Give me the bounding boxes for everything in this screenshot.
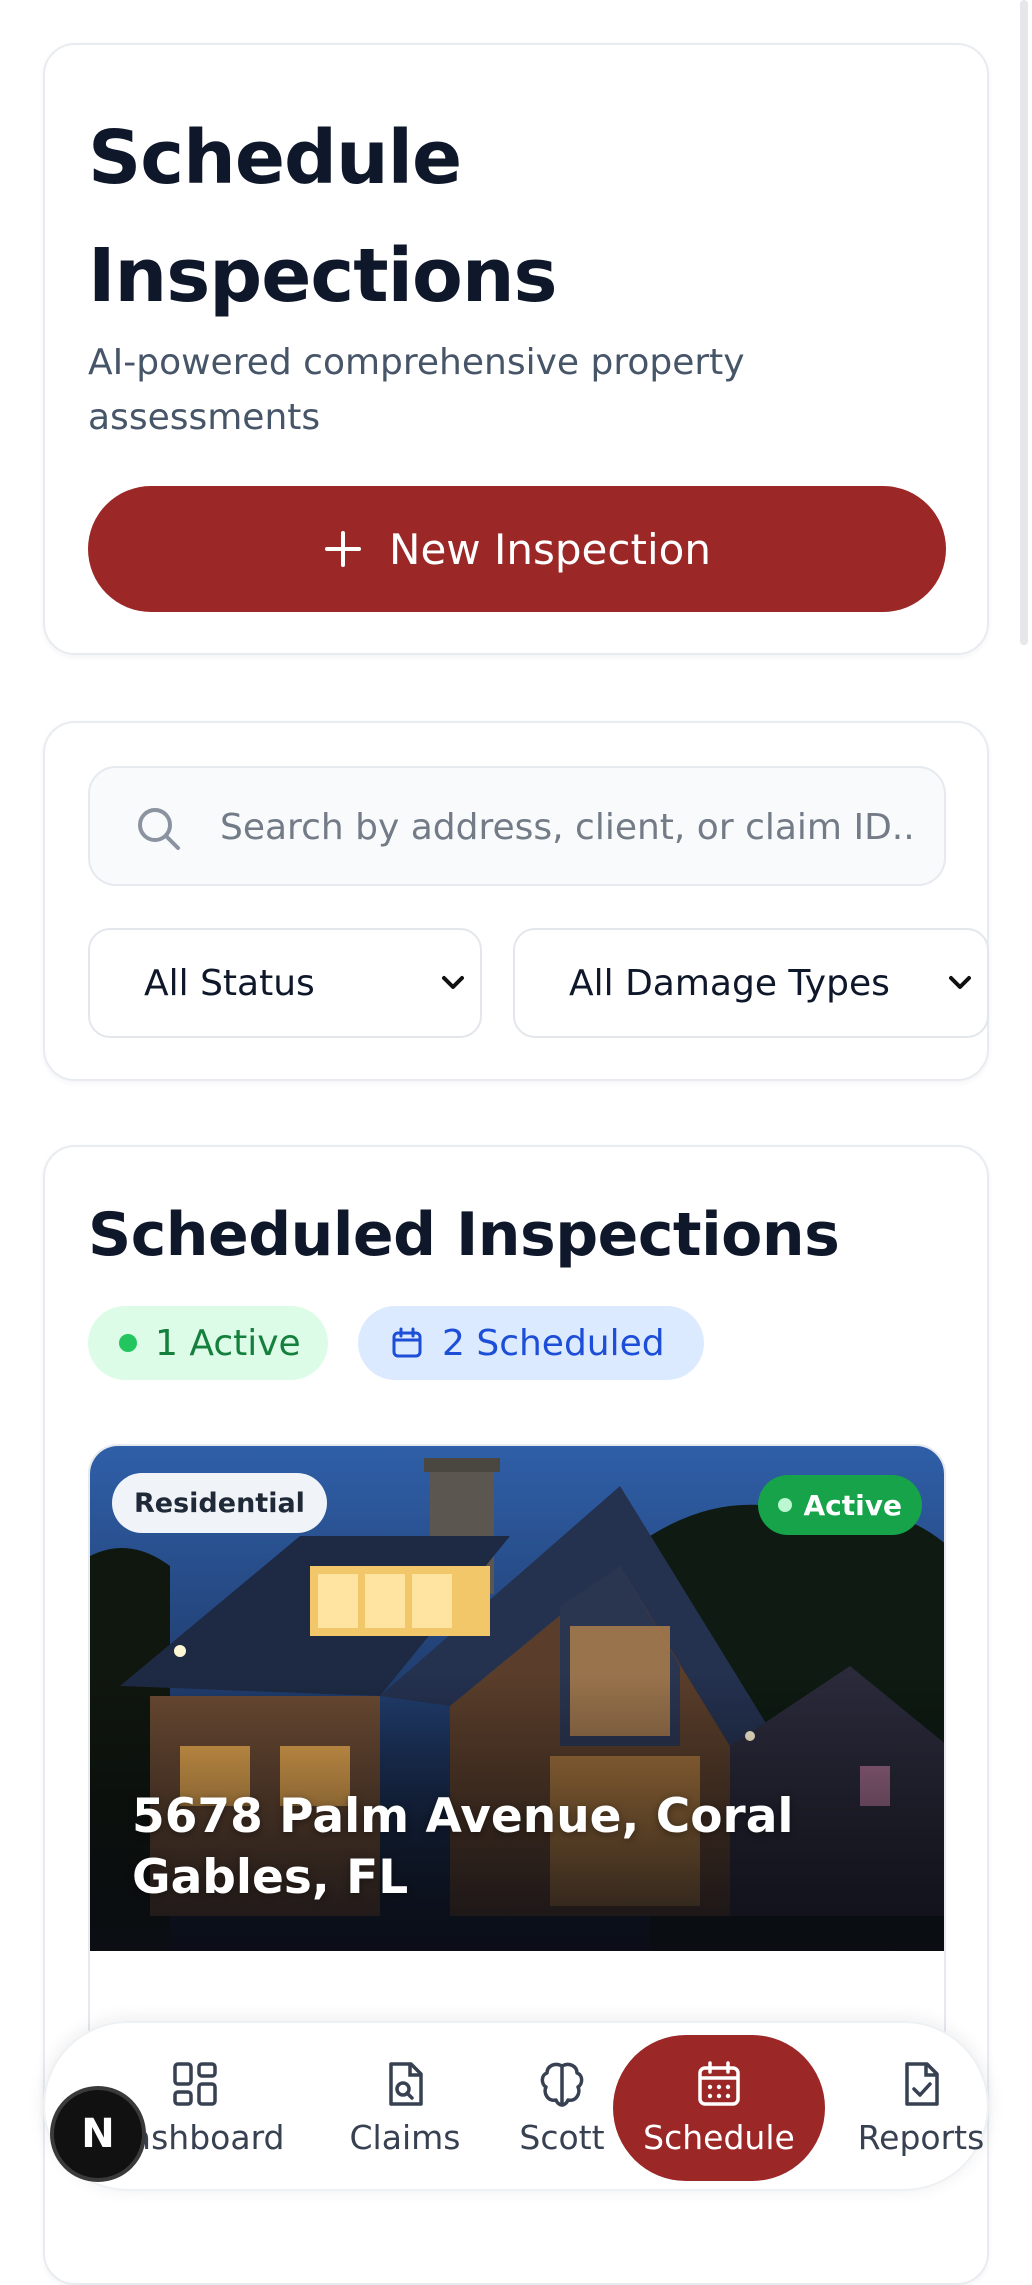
nav-label-claims: Claims — [349, 2117, 461, 2157]
filters-card: All Status All Damage Types — [43, 721, 989, 1081]
status-badge-label: Active — [803, 1488, 903, 1522]
header-card: Schedule Inspections AI-powered comprehe… — [43, 43, 989, 655]
status-select-value: All Status — [144, 962, 315, 1004]
search-icon — [138, 808, 180, 850]
nav-label-scott: Scott — [519, 2117, 605, 2157]
grid-icon — [173, 2061, 217, 2106]
nav-label-dashboard: Dashboard — [145, 2117, 285, 2157]
nav-label-reports: Reports — [857, 2117, 985, 2157]
status-select[interactable]: All Status — [88, 928, 482, 1038]
nav-item-reports[interactable]: Reports — [835, 2035, 1007, 2181]
scheduled-count-label: 2 Scheduled — [442, 1322, 665, 1364]
damage-type-select[interactable]: All Damage Types — [513, 928, 989, 1038]
scrollbar[interactable] — [1020, 0, 1028, 645]
file-check-icon — [905, 2061, 939, 2106]
active-count-label: 1 Active — [155, 1322, 301, 1364]
search-box[interactable] — [88, 766, 946, 886]
nav-item-claims[interactable]: Claims — [317, 2035, 493, 2181]
green-dot-icon — [119, 1334, 137, 1352]
nav-item-schedule[interactable]: Schedule — [613, 2035, 825, 2181]
calendar-icon — [698, 2060, 740, 2106]
plus-icon — [323, 529, 363, 569]
new-inspection-button[interactable]: New Inspection — [88, 486, 946, 612]
new-inspection-label: New Inspection — [389, 524, 711, 574]
nav-item-dashboard[interactable]: Dashboard — [145, 2035, 325, 2181]
status-dot-icon — [777, 1498, 792, 1512]
calendar-icon — [392, 1327, 422, 1358]
damage-select-value: All Damage Types — [569, 962, 890, 1004]
inspection-address: 5678 Palm Avenue, Coral Gables, FL — [132, 1789, 794, 1905]
chevron-down-icon — [949, 976, 971, 989]
search-input[interactable] — [218, 768, 922, 886]
nav-label-schedule: Schedule — [643, 2117, 795, 2157]
brain-icon — [540, 2062, 584, 2107]
scheduled-count-chip[interactable]: 2 Scheduled — [358, 1306, 704, 1380]
page-title: Schedule Inspections — [88, 115, 558, 319]
property-photo: Residential Active 5678 Palm Avenue, Cor… — [90, 1446, 944, 1951]
property-type-tag: Residential — [112, 1473, 327, 1533]
section-title: Scheduled Inspections — [88, 1200, 840, 1270]
chevron-down-icon — [442, 976, 464, 989]
page-subtitle: AI-powered comprehensive property assess… — [88, 342, 745, 438]
dev-badge[interactable]: N — [50, 2086, 146, 2182]
status-badge: Active — [757, 1475, 922, 1535]
active-count-chip[interactable]: 1 Active — [88, 1306, 328, 1380]
bottom-nav: Dashboard Claims Scott Schedule — [43, 2021, 989, 2191]
file-search-icon — [389, 2061, 423, 2106]
